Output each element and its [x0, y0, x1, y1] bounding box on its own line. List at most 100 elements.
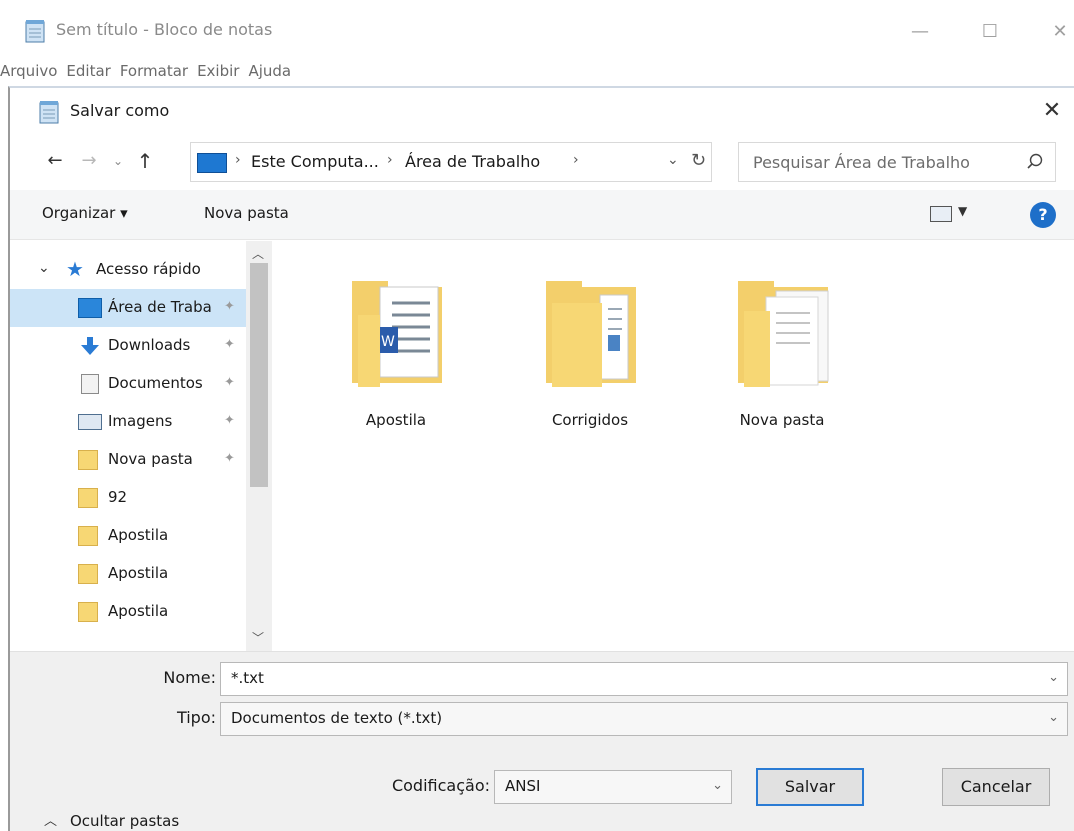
- encoding-select[interactable]: ANSI ⌄: [494, 770, 732, 804]
- save-as-dialog: Salvar como ✕ ← → ⌄ ↑ › Este Computa... …: [8, 86, 1074, 831]
- up-arrow-icon[interactable]: ↑: [130, 146, 160, 176]
- pin-icon: ✦: [224, 299, 235, 314]
- encoding-value: ANSI: [505, 777, 541, 795]
- chevron-down-icon[interactable]: ⌄: [712, 778, 723, 793]
- breadcrumb-this-pc[interactable]: Este Computa...: [251, 152, 379, 171]
- notepad-titlebar: Sem título - Bloco de notas — ☐ ✕: [0, 0, 1074, 56]
- expand-chevron-icon[interactable]: ⌄: [38, 260, 50, 276]
- image-icon: [78, 414, 102, 430]
- notepad-menubar: Arquivo Editar Formatar Exibir Ajuda: [0, 56, 1074, 86]
- menu-exibir[interactable]: Exibir: [197, 56, 248, 86]
- filetype-label: Tipo:: [176, 708, 216, 727]
- search-icon: [1027, 153, 1043, 169]
- filetype-select[interactable]: Documentos de texto (*.txt) ⌄: [220, 702, 1068, 736]
- notepad-title: Sem título - Bloco de notas: [56, 20, 273, 39]
- dialog-toolbar: Organizar ▾ Nova pasta ▼ ?: [10, 190, 1074, 240]
- new-folder-button[interactable]: Nova pasta: [204, 204, 289, 222]
- svg-text:W: W: [381, 334, 395, 350]
- menu-ajuda[interactable]: Ajuda: [248, 56, 300, 86]
- encoding-label: Codificação:: [391, 776, 490, 795]
- file-name: Apostila: [365, 411, 427, 429]
- nav-item-label: Imagens: [108, 412, 173, 430]
- view-options-dropdown-icon[interactable]: ▼: [958, 204, 967, 218]
- notepad-icon: [25, 20, 45, 43]
- scrollbar-thumb[interactable]: [250, 263, 268, 487]
- chevron-down-icon[interactable]: ⌄: [1048, 710, 1059, 725]
- nav-item-desktop[interactable]: Área de Traba ✦: [10, 289, 246, 327]
- nav-item-documents[interactable]: Documentos ✦: [10, 365, 246, 403]
- notepad-close-button[interactable]: ✕: [1040, 14, 1074, 50]
- refresh-icon[interactable]: ↻: [691, 150, 706, 171]
- navigation-scrollbar[interactable]: ︿ ﹀: [246, 241, 272, 651]
- address-bar[interactable]: › Este Computa... › Área de Trabalho › ⌄…: [190, 142, 712, 182]
- file-item-corrigidos[interactable]: Corrigidos: [520, 265, 660, 441]
- computer-icon: [197, 153, 227, 173]
- notepad-icon: [39, 101, 59, 124]
- minimize-button[interactable]: —: [900, 14, 940, 50]
- file-item-apostila[interactable]: W Apostila: [326, 265, 466, 441]
- nav-item-images[interactable]: Imagens ✦: [10, 403, 246, 441]
- search-placeholder: Pesquisar Área de Trabalho: [753, 153, 970, 172]
- save-button[interactable]: Salvar: [756, 768, 864, 806]
- scroll-down-icon[interactable]: ﹀: [252, 629, 264, 646]
- folder-icon: [78, 564, 98, 584]
- menu-formatar[interactable]: Formatar: [120, 56, 197, 86]
- quick-access-header[interactable]: ⌄ ★ Acesso rápido: [10, 251, 246, 289]
- help-icon[interactable]: ?: [1030, 202, 1056, 228]
- cancel-button[interactable]: Cancelar: [942, 768, 1050, 806]
- nav-item-label: Apostila: [108, 602, 169, 620]
- nav-item-apostila[interactable]: Apostila: [10, 555, 246, 593]
- dialog-close-button[interactable]: ✕: [1034, 94, 1070, 128]
- nav-item-apostila[interactable]: Apostila: [10, 517, 246, 555]
- file-name: Corrigidos: [551, 411, 629, 429]
- maximize-button[interactable]: ☐: [970, 14, 1010, 50]
- nav-item-label: Área de Traba: [108, 298, 212, 316]
- nav-item-label: 92: [108, 488, 128, 506]
- pin-icon: ✦: [224, 413, 235, 428]
- recent-locations-chevron-icon[interactable]: ⌄: [108, 146, 128, 176]
- file-view: W Apostila Corrigidos Nova pasta: [276, 241, 1074, 651]
- menu-arquivo[interactable]: Arquivo: [0, 56, 66, 86]
- desktop-icon: [78, 298, 102, 318]
- folder-icon: [78, 488, 98, 508]
- menu-editar[interactable]: Editar: [66, 56, 119, 86]
- nav-item-apostila[interactable]: Apostila: [10, 593, 246, 631]
- address-row: ← → ⌄ ↑ › Este Computa... › Área de Trab…: [10, 136, 1074, 188]
- chevron-up-icon[interactable]: ︿: [44, 810, 57, 829]
- save-options-panel: Nome: *.txt ⌄ Tipo: Documentos de texto …: [10, 651, 1074, 831]
- document-icon: [81, 374, 99, 394]
- pin-icon: ✦: [224, 337, 235, 352]
- quick-access-label: Acesso rápido: [96, 260, 201, 278]
- organize-button[interactable]: Organizar ▾: [42, 204, 128, 222]
- folder-icon: [78, 526, 98, 546]
- view-mode-icon[interactable]: [930, 206, 952, 222]
- navigation-pane: ⌄ ★ Acesso rápido Área de Traba ✦ Downlo…: [10, 241, 274, 651]
- folder-pages-icon: [738, 281, 829, 387]
- nav-item-downloads[interactable]: Downloads ✦: [10, 327, 246, 365]
- chevron-down-icon[interactable]: ⌄: [1048, 670, 1059, 685]
- hide-folders-button[interactable]: Ocultar pastas: [70, 812, 179, 830]
- folder-word-icon: W: [352, 281, 442, 387]
- nav-item-label: Apostila: [108, 564, 169, 582]
- forward-arrow-icon[interactable]: →: [76, 146, 102, 176]
- download-icon: [81, 337, 99, 355]
- breadcrumb-desktop[interactable]: Área de Trabalho: [405, 152, 540, 171]
- pin-icon: ✦: [224, 375, 235, 390]
- dialog-title: Salvar como: [70, 101, 170, 120]
- file-name: Nova pasta: [739, 411, 825, 429]
- filename-input[interactable]: *.txt ⌄: [220, 662, 1068, 696]
- scroll-up-icon[interactable]: ︿: [252, 245, 264, 262]
- nav-item-label: Apostila: [108, 526, 169, 544]
- address-dropdown-icon[interactable]: ⌄: [667, 152, 679, 168]
- folder-icon: [78, 450, 98, 470]
- nav-item-nova-pasta[interactable]: Nova pasta ✦: [10, 441, 246, 479]
- nav-item-label: Nova pasta: [108, 450, 193, 468]
- dialog-titlebar: Salvar como ✕: [10, 88, 1074, 134]
- file-item-nova-pasta[interactable]: Nova pasta: [712, 265, 852, 441]
- nav-item-92[interactable]: 92: [10, 479, 246, 517]
- back-arrow-icon[interactable]: ←: [40, 146, 70, 176]
- filename-value: *.txt: [231, 669, 264, 687]
- nav-item-label: Documentos: [108, 374, 203, 392]
- pin-icon: ✦: [224, 451, 235, 466]
- search-input[interactable]: Pesquisar Área de Trabalho: [738, 142, 1056, 182]
